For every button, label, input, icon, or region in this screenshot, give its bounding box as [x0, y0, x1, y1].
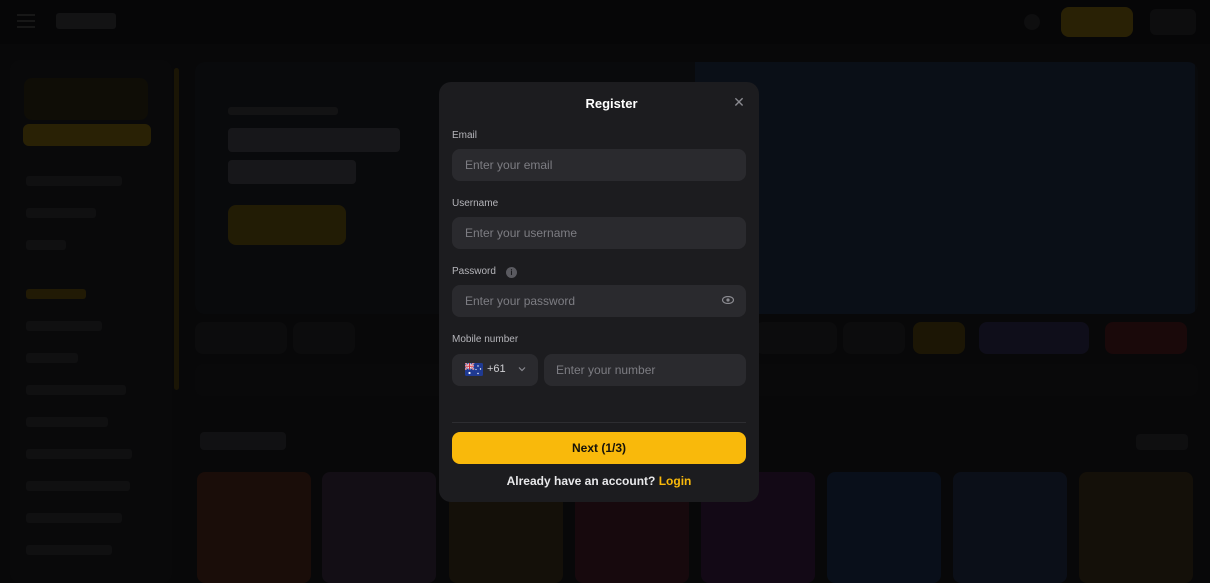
login-prompt: Already have an account? Login: [439, 474, 759, 488]
close-icon[interactable]: ✕: [731, 94, 747, 110]
username-field[interactable]: [452, 217, 746, 249]
password-label: Password: [452, 266, 496, 277]
chevron-down-icon: [518, 367, 526, 372]
next-button[interactable]: Next (1/3): [452, 432, 746, 464]
phone-number-field[interactable]: [544, 354, 746, 386]
country-dial-code: +61: [487, 363, 506, 375]
info-icon[interactable]: i: [506, 267, 517, 278]
australia-flag-icon: [465, 363, 483, 376]
login-link[interactable]: Login: [659, 474, 692, 488]
mobile-label: Mobile number: [452, 334, 519, 345]
login-prompt-text: Already have an account?: [506, 474, 656, 488]
register-modal: Register ✕ Email Username Password i Mob…: [439, 82, 759, 502]
password-field[interactable]: [452, 285, 746, 317]
email-field[interactable]: [452, 149, 746, 181]
email-label: Email: [452, 130, 478, 141]
divider: [452, 422, 746, 423]
country-code-select[interactable]: +61: [452, 354, 538, 386]
username-label: Username: [452, 198, 499, 209]
eye-icon[interactable]: [722, 296, 734, 304]
